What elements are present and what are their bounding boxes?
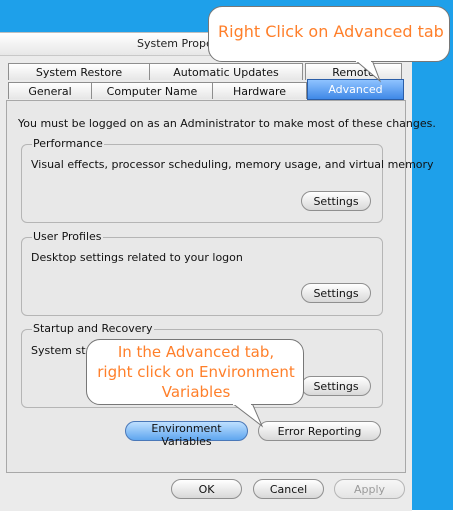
tab-advanced[interactable]: Advanced (307, 79, 404, 100)
environment-variables-button[interactable]: Environment Variables (125, 421, 248, 448)
callout-mid-line-2: right click on Environment (97, 363, 295, 381)
tab-general[interactable]: General (8, 82, 92, 99)
callout-mid-text: In the Advanced tab, right click on Envi… (87, 342, 305, 402)
performance-label: Performance (32, 137, 104, 150)
startup-recovery-label: Startup and Recovery (32, 322, 154, 335)
callout-top-text: Right Click on Advanced tab (218, 22, 444, 41)
user-profiles-desc: Desktop settings related to your logon (31, 251, 243, 264)
performance-group: Performance Visual effects, processor sc… (21, 137, 434, 223)
admin-note: You must be logged on as an Administrato… (18, 117, 436, 130)
performance-settings-button[interactable]: Settings (301, 191, 371, 211)
callout-top: Right Click on Advanced tab (208, 6, 450, 62)
tab-computer-name[interactable]: Computer Name (91, 82, 213, 99)
tab-remote[interactable]: Remote (305, 63, 402, 80)
apply-button[interactable]: Apply (334, 479, 405, 499)
tab-system-restore[interactable]: System Restore (8, 63, 150, 80)
user-profiles-group: User Profiles Desktop settings related t… (21, 230, 383, 316)
window-title: System Proper (137, 37, 218, 50)
ok-button[interactable]: OK (171, 479, 242, 499)
startup-settings-button[interactable]: Settings (301, 376, 371, 396)
user-profiles-label: User Profiles (32, 230, 103, 243)
callout-mid: In the Advanced tab, right click on Envi… (86, 339, 304, 405)
callout-mid-line-1: In the Advanced tab, (117, 343, 275, 361)
performance-desc: Visual effects, processor scheduling, me… (31, 158, 434, 171)
tab-automatic-updates[interactable]: Automatic Updates (149, 63, 303, 80)
tab-hardware[interactable]: Hardware (212, 82, 307, 99)
error-reporting-button[interactable]: Error Reporting (258, 421, 381, 441)
callout-mid-line-3: Variables (161, 383, 231, 401)
user-profiles-settings-button[interactable]: Settings (301, 283, 371, 303)
cancel-button[interactable]: Cancel (253, 479, 324, 499)
